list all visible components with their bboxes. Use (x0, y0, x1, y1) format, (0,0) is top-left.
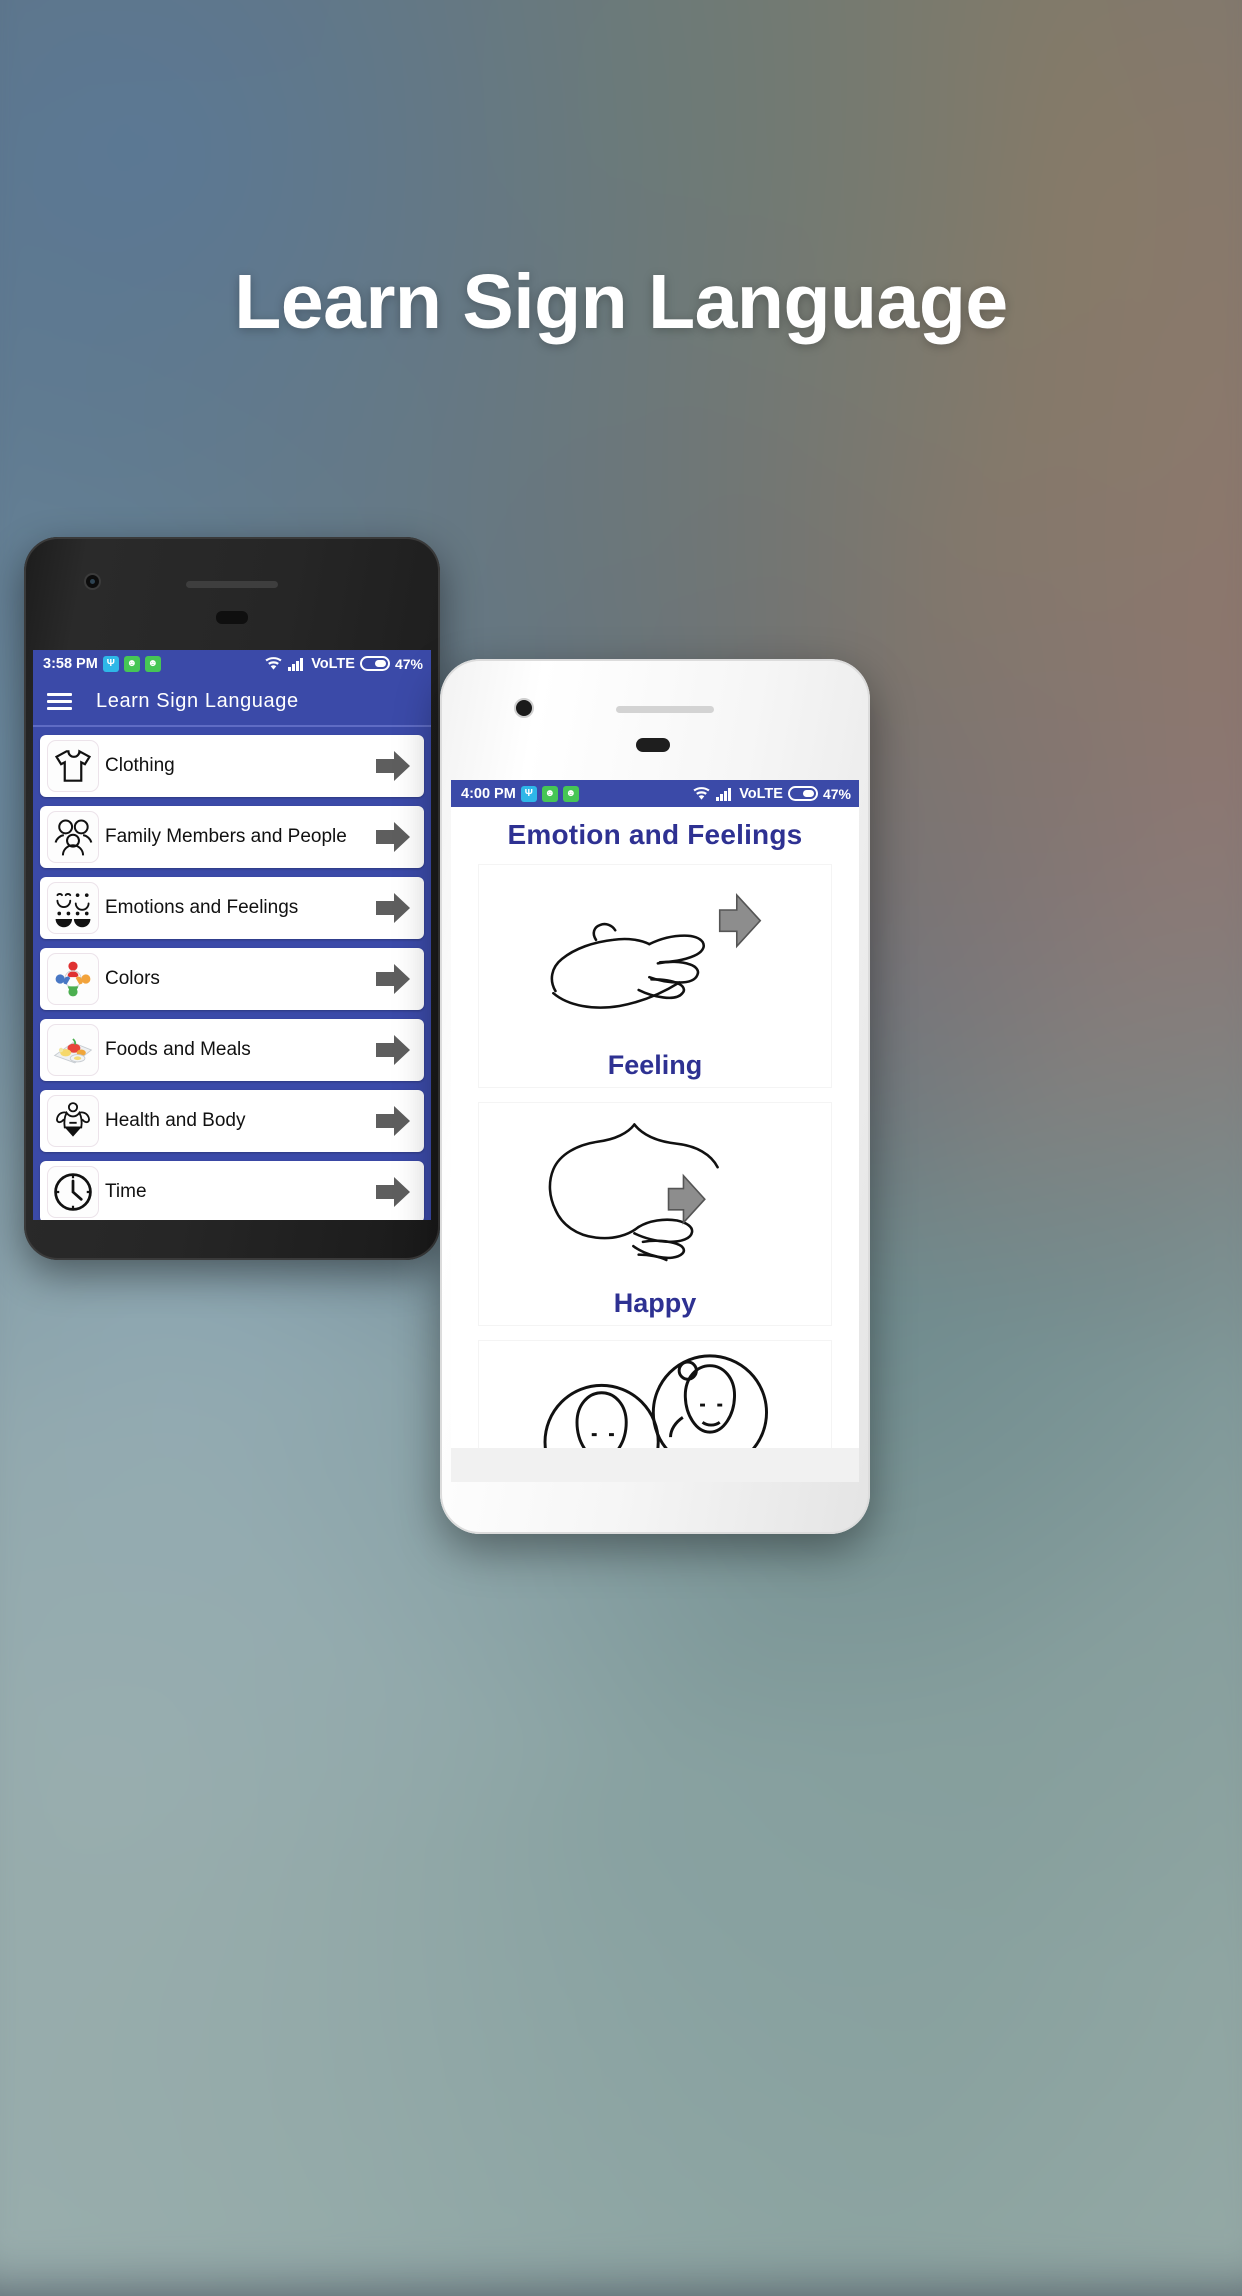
color-wheel-people-icon (47, 953, 99, 1005)
list-item[interactable]: Clothing (40, 735, 424, 797)
battery-percent: 47% (822, 785, 851, 802)
arrow-right-icon[interactable] (372, 888, 414, 928)
status-bar: 3:58 PM Ψ ☻ ☻ VoLTE 47% (33, 650, 431, 677)
list-item-label: Health and Body (105, 1110, 246, 1132)
list-item[interactable]: Emotions and Feelings (40, 877, 424, 939)
page-title: Learn Sign Language (234, 259, 1008, 345)
arrow-right-icon[interactable] (372, 1101, 414, 1141)
list-item-label: Family Members and People (105, 826, 347, 848)
battery-icon (787, 786, 818, 801)
phone-dark-screen: 3:58 PM Ψ ☻ ☻ VoLTE 47% Learn Sign Langu… (33, 650, 431, 1220)
tshirt-icon (47, 740, 99, 792)
list-item[interactable]: Time (40, 1161, 424, 1220)
system-nav-bar (451, 1448, 859, 1482)
android-bot-icon: ☻ (541, 785, 558, 802)
status-time: 4:00 PM (461, 785, 516, 802)
battery-icon (359, 656, 390, 671)
hamburger-menu-icon[interactable] (47, 689, 72, 714)
sign-card[interactable]: Happy (479, 1103, 831, 1325)
sensor-notch (636, 738, 670, 752)
sign-label: Happy (613, 1288, 697, 1318)
network-type-label: VoLTE (739, 785, 783, 802)
signal-bars-icon (288, 657, 304, 671)
category-list: Clothing Family Members and People Emoti… (33, 727, 431, 1220)
arrow-right-icon[interactable] (372, 746, 414, 786)
signal-bars-icon (716, 787, 732, 801)
earpiece-speaker (616, 706, 714, 713)
muscle-body-icon (47, 1095, 99, 1147)
clock-icon (47, 1166, 99, 1218)
front-camera-icon (514, 698, 534, 718)
android-bot-icon: ☻ (123, 655, 140, 672)
family-people-icon (47, 811, 99, 863)
food-plate-icon (47, 1024, 99, 1076)
arrow-right-icon[interactable] (372, 1172, 414, 1212)
list-item[interactable]: Foods and Meals (40, 1019, 424, 1081)
list-item-label: Colors (105, 968, 160, 990)
android-bot-icon: ☻ (562, 785, 579, 802)
battery-percent: 47% (394, 655, 423, 672)
sign-label: Feeling (607, 1050, 703, 1080)
list-item[interactable]: Colors (40, 948, 424, 1010)
sign-card[interactable]: Feeling (479, 865, 831, 1087)
smiley-faces-icon (47, 882, 99, 934)
front-camera-icon (84, 573, 101, 590)
list-item-label: Emotions and Feelings (105, 897, 299, 919)
android-bot-icon: ☻ (144, 655, 161, 672)
arrow-right-icon[interactable] (372, 959, 414, 999)
phone-mockup-white: 4:00 PM Ψ ☻ ☻ VoLTE 47% Emotion and Feel… (440, 659, 870, 1534)
toolbar-title: Learn Sign Language (96, 689, 299, 712)
wifi-icon (693, 787, 710, 800)
app-toolbar: Learn Sign Language (33, 677, 431, 727)
earpiece-speaker (186, 581, 278, 588)
screen-title: Emotion and Feelings (507, 819, 803, 850)
network-type-label: VoLTE (311, 655, 355, 672)
sensor-notch (216, 611, 248, 624)
hand-feeling-sign-illustration (479, 865, 831, 1050)
usb-icon: Ψ (102, 655, 119, 672)
wifi-icon (265, 657, 282, 670)
list-item-label: Foods and Meals (105, 1039, 251, 1061)
arrow-right-icon[interactable] (372, 1030, 414, 1070)
list-item[interactable]: Family Members and People (40, 806, 424, 868)
usb-icon: Ψ (520, 785, 537, 802)
phone-white-screen: 4:00 PM Ψ ☻ ☻ VoLTE 47% Emotion and Feel… (451, 780, 859, 1482)
phone-mockup-dark: 3:58 PM Ψ ☻ ☻ VoLTE 47% Learn Sign Langu… (24, 537, 440, 1260)
list-item-label: Clothing (105, 755, 175, 777)
torso-happy-sign-illustration (479, 1103, 831, 1288)
list-item[interactable]: Health and Body (40, 1090, 424, 1152)
list-item-label: Time (105, 1181, 147, 1203)
arrow-right-icon[interactable] (372, 817, 414, 857)
status-time: 3:58 PM (43, 655, 98, 672)
status-bar: 4:00 PM Ψ ☻ ☻ VoLTE 47% (451, 780, 859, 807)
